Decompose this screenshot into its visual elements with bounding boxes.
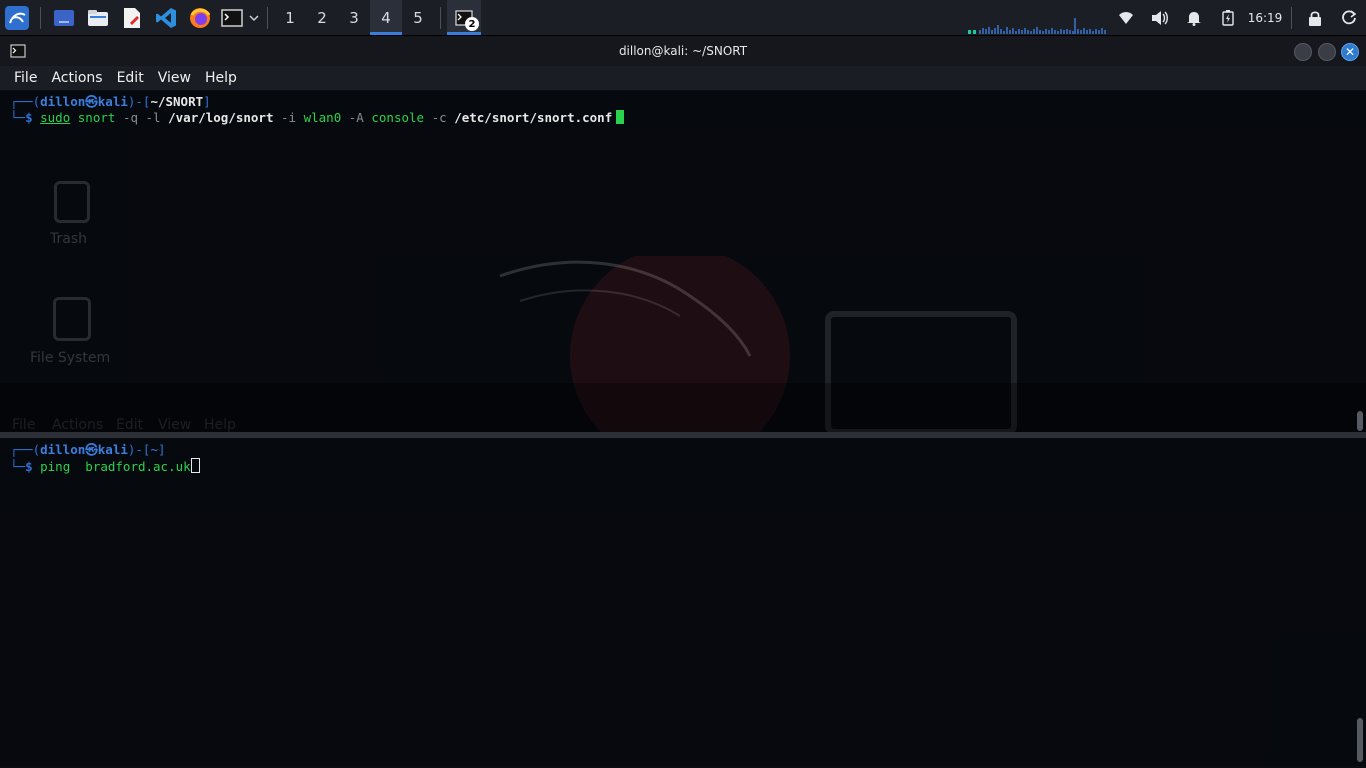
desktop-filesystem-label: File System [30, 350, 111, 366]
conf-path: /etc/snort/snort.conf [454, 110, 613, 125]
minimize-button[interactable] [1294, 43, 1312, 61]
prompt-user: dillon㉿kali [40, 442, 128, 457]
window-title: dillon@kali: ~/SNORT [618, 44, 748, 58]
text-editor-icon[interactable] [115, 0, 149, 35]
ghost-menu-view: View [158, 417, 192, 433]
kali-menu-icon[interactable] [0, 0, 34, 35]
workspace-3[interactable]: 3 [338, 0, 370, 35]
iface: wlan0 [303, 110, 342, 125]
command-line[interactable]: └─$ sudo snort -q -l /var/log/snort -i w… [10, 110, 625, 126]
chevron-down-icon[interactable] [247, 0, 261, 35]
opt-i: -i [281, 110, 297, 125]
mode: console [371, 110, 425, 125]
panel-separator [40, 6, 41, 29]
lock-icon[interactable] [1298, 0, 1332, 35]
menu-bar: File Actions Edit View Help [0, 66, 1366, 90]
top-panel: 1 2 3 4 5 2 16:19 [0, 0, 1366, 36]
taskbar-terminal-group[interactable]: 2 [447, 0, 481, 35]
ghost-menu-file: File [12, 417, 36, 433]
vscode-icon[interactable] [149, 0, 183, 35]
network-activity-graph [968, 18, 1106, 34]
opt-q: -q [122, 110, 138, 125]
ghost-menu-actions: Actions [52, 417, 104, 433]
command-line[interactable]: └─$ ping bradford.ac.uk [10, 458, 200, 474]
workspace-5[interactable]: 5 [402, 0, 434, 35]
battery-icon[interactable] [1211, 0, 1245, 35]
prompt-line: ┌──(dillon㉿kali)-[~/SNORT] [10, 94, 211, 109]
prompt-user: dillon㉿kali [40, 94, 128, 109]
menu-help[interactable]: Help [198, 70, 244, 86]
log-path: /var/log/snort [168, 110, 274, 125]
panel-separator [267, 6, 268, 29]
window-titlebar[interactable]: dillon@kali: ~/SNORT [0, 36, 1366, 66]
clock[interactable]: 16:19 [1245, 11, 1285, 25]
cmd-ping: ping [40, 459, 71, 474]
firefox-icon[interactable] [183, 0, 217, 35]
desktop-trash-label: Trash [50, 231, 87, 247]
workspace-2[interactable]: 2 [306, 0, 338, 35]
filesystem-icon [53, 297, 91, 341]
cmd-sudo: sudo [40, 110, 71, 125]
prompt-line: ┌──(dillon㉿kali)-[~] [10, 442, 166, 457]
logout-icon[interactable] [1332, 0, 1366, 35]
wifi-icon[interactable] [1109, 0, 1143, 35]
close-button[interactable]: ✕ [1341, 43, 1359, 61]
opt-c: -c [431, 110, 447, 125]
ghost-window-overlap: File Actions Edit View Help [0, 383, 1366, 433]
workspace-4[interactable]: 4 [370, 0, 402, 35]
terminal-pane-bottom[interactable]: ┌──(dillon㉿kali)-[~] └─$ ping bradford.a… [0, 438, 1366, 766]
panel-separator [440, 6, 441, 29]
scrollbar[interactable] [1357, 718, 1363, 762]
menu-view[interactable]: View [151, 70, 198, 86]
menu-actions[interactable]: Actions [44, 70, 109, 86]
menu-edit[interactable]: Edit [110, 70, 151, 86]
cmd-snort: snort [77, 110, 116, 125]
file-manager-icon[interactable] [81, 0, 115, 35]
maximize-button[interactable] [1318, 43, 1336, 61]
system-tray: 16:19 [1109, 0, 1366, 35]
menu-file[interactable]: File [7, 70, 44, 86]
ghost-menu-help: Help [204, 417, 236, 433]
terminal-pane-top[interactable]: Trash File System File Actions Edit View… [0, 91, 1366, 433]
workspace-1[interactable]: 1 [274, 0, 306, 35]
notifications-icon[interactable] [1177, 0, 1211, 35]
text-cursor [616, 110, 625, 124]
show-desktop-icon[interactable] [47, 0, 81, 35]
volume-icon[interactable] [1143, 0, 1177, 35]
text-cursor [190, 458, 200, 473]
scrollbar[interactable] [1357, 411, 1363, 431]
prompt-dir: ~/SNORT [150, 94, 204, 109]
trash-icon [54, 181, 90, 223]
ghost-menu-edit: Edit [116, 417, 144, 433]
opt-A: -A [348, 110, 364, 125]
opt-l: -l [145, 110, 161, 125]
prompt-dir: ~ [150, 442, 158, 457]
terminal-launcher-icon[interactable] [217, 0, 247, 35]
ping-host: bradford.ac.uk [85, 459, 191, 474]
window-count-badge: 2 [465, 17, 479, 31]
panel-separator [1291, 6, 1292, 29]
